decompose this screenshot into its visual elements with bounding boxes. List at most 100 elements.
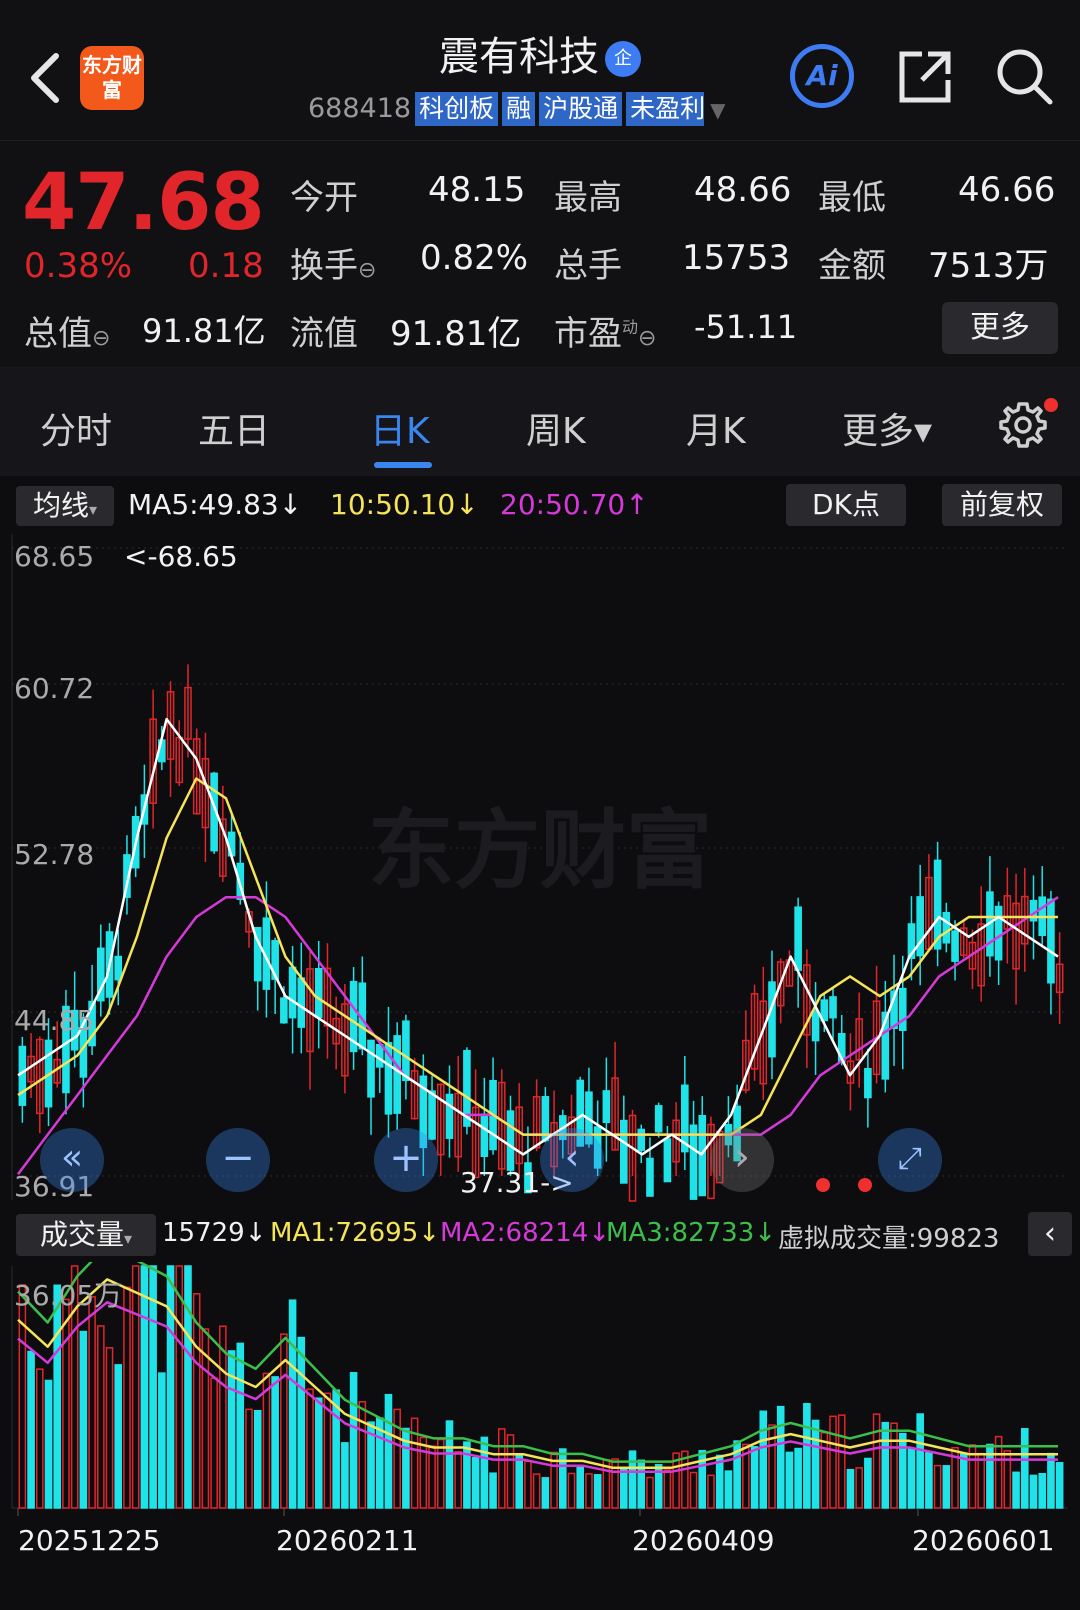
volume-bar [620, 1468, 628, 1509]
volume-bar [837, 1414, 846, 1509]
volume-bar [759, 1410, 768, 1509]
candle-body [18, 1045, 27, 1106]
price-tick-1: 68.65 [14, 540, 95, 573]
scroll-forward-button[interactable]: › [710, 1128, 774, 1192]
candle-body [114, 955, 123, 981]
volume-bar [463, 1441, 471, 1509]
virtual-volume: 虚拟成交量:99823 [778, 1224, 1000, 1254]
volume-bar [1055, 1462, 1064, 1509]
volume-bar [707, 1474, 715, 1509]
volume-bar [489, 1472, 497, 1509]
change-percent: 0.38% [24, 246, 133, 286]
chevron-right-icon: › [734, 1134, 750, 1180]
search-icon[interactable] [994, 46, 1056, 112]
volume-bar [925, 1451, 933, 1509]
candle-body [402, 1020, 410, 1082]
scroll-left-button[interactable]: « [40, 1128, 104, 1192]
tag-star-market: 科创板 [415, 92, 499, 126]
candle-body [898, 987, 907, 1031]
kline-chart[interactable]: 东方财富 [0, 534, 1080, 1610]
ai-assistant-button[interactable]: Ai [790, 44, 854, 108]
price-tick-4: 44.85 [14, 1004, 95, 1037]
tab-more[interactable]: 更多▾ [842, 402, 932, 454]
turnover-label[interactable]: 换手⊖ [290, 238, 376, 287]
volume-bar [297, 1336, 306, 1509]
info-icon: ⊖ [92, 326, 111, 351]
candle-body [428, 1090, 436, 1140]
info-icon: ⊖ [358, 258, 377, 283]
tab-weekly-k[interactable]: 周K [526, 402, 586, 454]
volume-bar [62, 1298, 70, 1509]
volume-bar [977, 1452, 985, 1509]
volume-dropdown[interactable]: 成交量▾ [16, 1214, 156, 1256]
volume-bar [646, 1476, 654, 1509]
volume-bar [18, 1284, 27, 1509]
volume-bar [532, 1473, 541, 1509]
tag-unprofitable: 未盈利 [626, 92, 705, 126]
pe-label[interactable]: 市盈动⊖ [554, 306, 656, 355]
tab-intraday[interactable]: 分时 [40, 402, 112, 454]
volume-bar [140, 1265, 149, 1509]
tab-daily-k[interactable]: 日K [370, 402, 430, 454]
volume-bar [567, 1472, 576, 1509]
stock-name-text: 震有科技 [439, 34, 599, 80]
candle-body [375, 1043, 384, 1068]
zoom-out-button[interactable]: − [206, 1128, 270, 1192]
tab-five-day[interactable]: 五日 [198, 402, 270, 454]
volume-bar [1020, 1427, 1029, 1509]
dk-point-button[interactable]: DK点 [786, 484, 906, 526]
volume-bar [471, 1457, 480, 1509]
volume-bar [881, 1421, 890, 1509]
volume-bar [53, 1284, 62, 1509]
candle-body [689, 1124, 698, 1200]
fullscreen-button[interactable]: ⤢ [878, 1128, 942, 1192]
zoom-in-button[interactable]: + [374, 1128, 438, 1192]
tab-monthly-k[interactable]: 月K [686, 402, 746, 454]
stock-code-row[interactable]: 688418 科创板融沪股通 未盈利 ▼ [308, 92, 726, 126]
adjustment-button[interactable]: 前复权 [942, 484, 1062, 526]
settings-gear-icon[interactable] [996, 398, 1050, 456]
volume-bar [872, 1413, 881, 1509]
volume-bar [306, 1388, 314, 1509]
market-cap-label[interactable]: 总值⊖ [24, 306, 110, 355]
more-quote-button[interactable]: 更多 [942, 302, 1058, 354]
pe-sup: 动 [622, 317, 639, 337]
price-tick-3: 52.78 [14, 838, 95, 871]
volume-bar [245, 1408, 253, 1509]
pe-value: -51.11 [694, 308, 798, 346]
volume-bar [271, 1376, 279, 1509]
date-label-2: 20260211 [276, 1524, 419, 1557]
share-icon[interactable] [896, 48, 954, 110]
collapse-button[interactable]: ‹ [1028, 1212, 1072, 1256]
volume-bar [175, 1265, 184, 1509]
volume-bar [88, 1296, 96, 1509]
volume-bar [959, 1452, 968, 1509]
volume-bar [846, 1468, 855, 1509]
volume-bar [341, 1442, 349, 1509]
chevron-down-icon: ▾ [88, 500, 98, 519]
volume-bar [750, 1446, 759, 1509]
volume-bar [1038, 1472, 1047, 1509]
candle-body [794, 906, 802, 971]
volume-label: 总手 [554, 246, 622, 286]
tag-connect: 沪股通 [539, 92, 623, 126]
volume-bar [515, 1454, 524, 1509]
volume-bar [314, 1397, 323, 1509]
volume-bar [942, 1465, 951, 1509]
volume-bar [79, 1330, 88, 1509]
high-marker: <-68.65 [124, 540, 238, 573]
volume-bar [890, 1422, 898, 1509]
candle-body [646, 1157, 654, 1197]
active-tab-indicator [374, 462, 432, 468]
turnover-label-text: 换手 [290, 246, 358, 286]
candle-body [951, 930, 959, 962]
scroll-back-button[interactable]: ‹ [540, 1128, 604, 1192]
volume-bar [829, 1415, 837, 1509]
ma-dropdown[interactable]: 均线▾ [16, 486, 114, 526]
volume-bar [907, 1447, 916, 1509]
event-dot [816, 1178, 830, 1192]
volume-bar [349, 1372, 358, 1509]
candle-body [942, 911, 951, 944]
volume-bar [794, 1447, 802, 1509]
chevron-left-icon: ‹ [1044, 1216, 1056, 1251]
